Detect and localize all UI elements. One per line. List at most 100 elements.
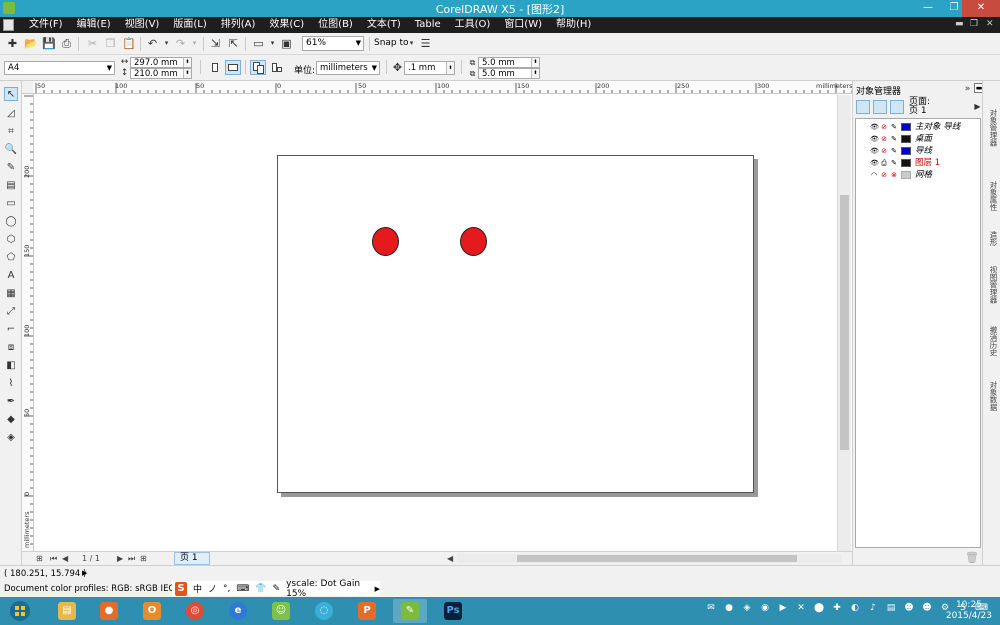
pencil-icon[interactable]: ✎: [890, 123, 898, 131]
document-icon[interactable]: [3, 19, 14, 31]
tray-icon[interactable]: ◐: [849, 602, 861, 614]
last-page-icon[interactable]: ⏭: [128, 554, 135, 564]
ime-punct-icon[interactable]: °,: [223, 584, 230, 594]
docker-collapse-icon[interactable]: »: [961, 83, 974, 96]
menu-effects[interactable]: 效果(C): [262, 17, 311, 33]
open-icon[interactable]: 📂: [24, 37, 38, 50]
volume-icon[interactable]: ♪: [867, 602, 879, 614]
cut-icon[interactable]: ✂: [86, 37, 99, 50]
taskbar-app-3[interactable]: ◌: [307, 599, 341, 623]
vertical-scroll-thumb[interactable]: [840, 195, 849, 450]
welcome-screen-icon[interactable]: ▣: [280, 37, 293, 50]
taskbar-clock[interactable]: 10:25 2015/4/23: [946, 600, 992, 622]
menu-table[interactable]: Table: [408, 17, 448, 33]
blend-tool-icon[interactable]: ⧈: [4, 341, 18, 355]
start-icon[interactable]: [8, 600, 32, 622]
application-launcher-icon[interactable]: ▭: [252, 37, 265, 50]
spinner-icon[interactable]: ⬍: [446, 62, 454, 74]
tab-object-data[interactable]: 对象数据: [985, 381, 999, 411]
connector-tool-icon[interactable]: ⌐: [4, 323, 18, 337]
undo-icon[interactable]: ↶: [146, 37, 159, 50]
copy-icon[interactable]: ❐: [104, 37, 117, 50]
current-page-button[interactable]: [268, 60, 284, 75]
print-disabled-icon[interactable]: ⊘: [880, 135, 888, 143]
status-expand-icon[interactable]: ▶: [82, 569, 87, 577]
previous-page-icon[interactable]: ◀: [62, 554, 68, 563]
printer-icon[interactable]: ⎙: [880, 159, 888, 167]
freehand-tool-icon[interactable]: ✎: [4, 161, 18, 175]
layer-row[interactable]: ◠ ⊘ ⊗ 网格: [870, 169, 932, 181]
menu-window[interactable]: 窗口(W): [497, 17, 549, 33]
snap-to-button[interactable]: Snap to: [374, 38, 409, 48]
vertical-scrollbar[interactable]: [837, 95, 851, 551]
snap-dropdown-icon[interactable]: ▾: [405, 37, 418, 50]
delete-icon[interactable]: 🗑: [965, 551, 979, 564]
menu-bitmaps[interactable]: 位图(B): [311, 17, 360, 33]
nudge-distance-field[interactable]: .1 mm ⬍: [404, 61, 455, 75]
redo-dropdown-icon[interactable]: ▾: [188, 37, 201, 50]
eye-hidden-icon[interactable]: ◠: [870, 171, 878, 179]
duplicate-distance-y-field[interactable]: 5.0 mm ⬍: [478, 68, 540, 79]
layer-row[interactable]: 👁 ⊘ ✎ 桌面: [870, 133, 932, 145]
save-icon[interactable]: 💾: [42, 37, 56, 50]
ime-tools-icon[interactable]: ✎: [273, 584, 281, 594]
minimize-button[interactable]: —: [916, 0, 940, 17]
menu-layout[interactable]: 版面(L): [166, 17, 213, 33]
taskbar-app-2[interactable]: ☺: [264, 599, 298, 623]
smart-fill-tool-icon[interactable]: ▤: [4, 179, 18, 193]
table-tool-icon[interactable]: ▦: [4, 287, 18, 301]
eyedropper-tool-icon[interactable]: ⌇: [4, 377, 18, 391]
ime-mode[interactable]: 中: [193, 582, 202, 595]
taskbar-photoshop[interactable]: Ps: [436, 599, 470, 623]
qq-icon[interactable]: ☻: [921, 602, 933, 614]
skin-icon[interactable]: 👕: [255, 584, 266, 594]
menu-view[interactable]: 视图(V): [118, 17, 167, 33]
lock-icon[interactable]: ⊗: [890, 171, 898, 179]
zoom-level-select[interactable]: 61% ▼: [302, 36, 364, 51]
spinner-icon[interactable]: ⬍: [183, 69, 191, 78]
taskbar-chrome[interactable]: ◎: [178, 599, 212, 623]
print-disabled-icon[interactable]: ⊘: [880, 147, 888, 155]
shield-icon[interactable]: ◈: [741, 602, 753, 614]
menu-text[interactable]: 文本(T): [360, 17, 408, 33]
horizontal-scroll-thumb[interactable]: [517, 555, 797, 562]
redo-icon[interactable]: ↷: [174, 37, 187, 50]
add-page-after-icon[interactable]: ⊞: [140, 554, 147, 563]
eye-icon[interactable]: 👁: [870, 159, 879, 167]
network-icon[interactable]: ▤: [885, 602, 897, 614]
text-tool-icon[interactable]: A: [4, 269, 18, 283]
import-icon[interactable]: ⇲: [209, 37, 222, 50]
first-page-icon[interactable]: ⏮: [50, 554, 57, 564]
taskbar-outlook[interactable]: O: [135, 599, 169, 623]
next-page-icon[interactable]: ▶: [117, 554, 123, 563]
tray-icon[interactable]: ⬤: [813, 602, 825, 614]
paper-width-field[interactable]: 297.0 mm ⬍: [130, 57, 192, 68]
export-icon[interactable]: ⇱: [227, 37, 240, 50]
taskbar-explorer[interactable]: ▤: [50, 599, 84, 623]
taskbar-app-1[interactable]: ●: [92, 599, 126, 623]
pencil-icon[interactable]: ✎: [890, 159, 898, 167]
add-page-before-icon[interactable]: ⊞: [36, 554, 43, 563]
tray-icon[interactable]: ▶: [777, 602, 789, 614]
tray-icon[interactable]: ●: [723, 602, 735, 614]
red-circle-right[interactable]: [460, 227, 487, 256]
eye-icon[interactable]: 👁: [870, 147, 879, 155]
spinner-icon[interactable]: ⬍: [531, 58, 539, 67]
crop-tool-icon[interactable]: ⌗: [4, 125, 18, 139]
paste-icon[interactable]: 📋: [122, 37, 136, 50]
polygon-tool-icon[interactable]: ⬡: [4, 233, 18, 247]
print-disabled-icon[interactable]: ⊘: [880, 123, 888, 131]
tab-object-manager[interactable]: 对象管理器: [985, 109, 999, 147]
tab-object-properties[interactable]: 对象属性: [985, 181, 999, 211]
fill-tool-icon[interactable]: ◆: [4, 413, 18, 427]
keyboard-icon[interactable]: ⌨: [236, 584, 249, 594]
tab-view-manager[interactable]: 视图管理器: [985, 266, 999, 304]
pencil-icon[interactable]: ✎: [890, 135, 898, 143]
tray-icon[interactable]: ✉: [705, 602, 717, 614]
eye-icon[interactable]: 👁: [870, 123, 879, 131]
pencil-icon[interactable]: ✎: [890, 147, 898, 155]
document-page[interactable]: [277, 155, 754, 493]
transparency-tool-icon[interactable]: ◧: [4, 359, 18, 373]
interactive-fill-tool-icon[interactable]: ◈: [4, 431, 18, 445]
menu-arrange[interactable]: 排列(A): [214, 17, 263, 33]
